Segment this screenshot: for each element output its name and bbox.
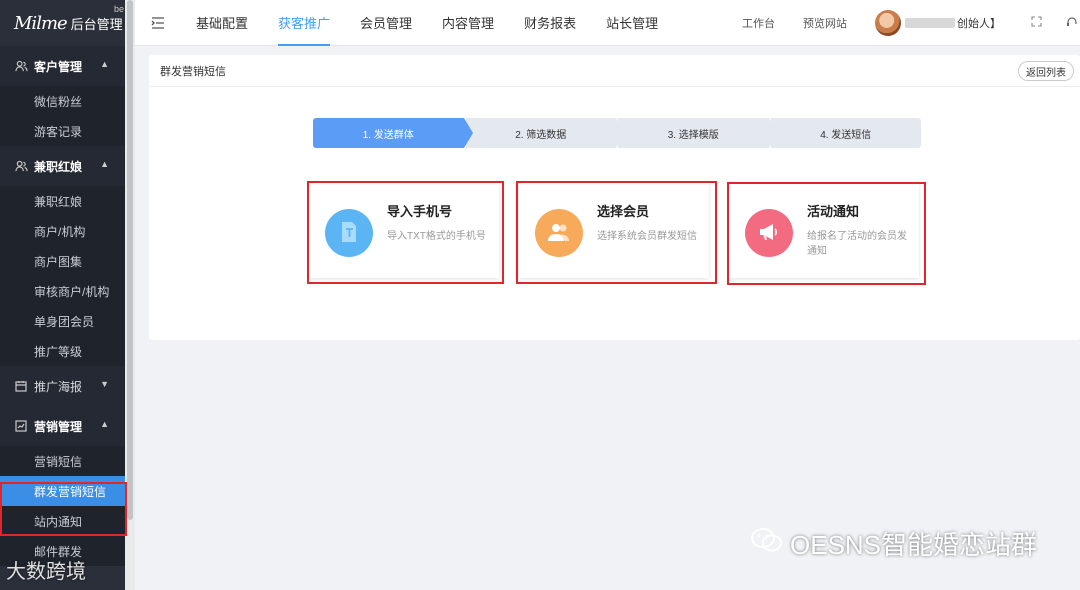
- user-role: 创始人】: [957, 18, 1001, 30]
- sidebar-group-marketing[interactable]: 营销管理 ▲: [0, 406, 125, 446]
- step-2: 2. 筛选数据: [463, 118, 625, 148]
- nav-admin[interactable]: 站长管理: [591, 0, 673, 46]
- watermark-text: OESNS智能婚恋站群: [790, 530, 1038, 560]
- logo-script: Milme: [14, 12, 68, 34]
- calendar-icon: [14, 379, 28, 393]
- watermark: OESNS智能婚恋站群: [750, 525, 1037, 562]
- logo[interactable]: Milme 后台管理 be: [0, 0, 125, 46]
- menu-toggle-icon[interactable]: [135, 16, 181, 29]
- headset-icon[interactable]: [1066, 16, 1078, 31]
- users-icon: [14, 159, 28, 173]
- preview-site-link[interactable]: 预览网站: [803, 15, 847, 31]
- sidebar-item-merchants[interactable]: 商户/机构: [0, 216, 125, 246]
- sidebar-group-label: 推广海报: [34, 379, 83, 394]
- sidebar-group-label: 客户管理: [34, 59, 83, 74]
- logo-title: 后台管理: [70, 16, 123, 32]
- step-1: 1. 发送群体: [313, 118, 473, 148]
- sidebar-item-wechat-fans[interactable]: 微信粉丝: [0, 86, 125, 116]
- caret-up-icon: ▲: [100, 59, 109, 69]
- logo-sup: be: [113, 4, 124, 14]
- sidebar-item-singles-members[interactable]: 单身团会员: [0, 306, 125, 336]
- user-menu[interactable]: 创始人】: [875, 10, 1001, 36]
- user-name-redacted: [905, 18, 955, 28]
- step-4: 4. 发送短信: [768, 118, 921, 148]
- highlight-box: [0, 482, 127, 536]
- nav-acquisition[interactable]: 获客推广: [263, 0, 345, 46]
- sidebar-group-posters[interactable]: 推广海报 ▼: [0, 366, 125, 406]
- highlight-box: [307, 181, 504, 284]
- sidebar-item-promo-levels[interactable]: 推广等级: [0, 336, 125, 366]
- avatar: [875, 10, 901, 36]
- sidebar-item-merchant-gallery[interactable]: 商户图集: [0, 246, 125, 276]
- sidebar-item-marketing-sms[interactable]: 营销短信: [0, 446, 125, 476]
- scrollbar-thumb[interactable]: [127, 0, 133, 520]
- sidebar-item-review-merchants[interactable]: 审核商户/机构: [0, 276, 125, 306]
- workbench-link[interactable]: 工作台: [742, 15, 775, 31]
- fullscreen-icon[interactable]: [1031, 16, 1042, 30]
- highlight-box: [727, 182, 926, 285]
- nav-finance[interactable]: 财务报表: [509, 0, 591, 46]
- wechat-icon: [750, 526, 784, 561]
- panel-title: 群发营销短信: [149, 55, 1080, 87]
- nav-content[interactable]: 内容管理: [427, 0, 509, 46]
- caret-up-icon: ▲: [100, 419, 109, 429]
- step-bar: 1. 发送群体 2. 筛选数据 3. 选择模版 4. 发送短信: [313, 118, 921, 148]
- top-nav: 基础配置 获客推广 会员管理 内容管理 财务报表 站长管理 工作台 预览网站 创…: [135, 0, 1080, 46]
- sidebar-group-customers[interactable]: 客户管理 ▲: [0, 46, 125, 86]
- sidebar-group-label: 营销管理: [34, 419, 83, 434]
- corner-watermark: 大数跨境: [6, 561, 86, 583]
- sidebar-group-matchmakers[interactable]: 兼职红娘 ▲: [0, 146, 125, 186]
- chart-icon: [14, 419, 28, 433]
- step-label: 1. 发送群体: [362, 129, 414, 141]
- highlight-box: [516, 181, 717, 284]
- users-icon: [14, 59, 28, 73]
- sidebar-group-label: 兼职红娘: [34, 159, 83, 174]
- top-right-area: 工作台 预览网站 创始人】: [742, 0, 1080, 46]
- nav-basic-config[interactable]: 基础配置: [181, 0, 263, 46]
- step-3: 3. 选择模版: [616, 118, 778, 148]
- back-to-list-button[interactable]: 返回列表: [1018, 61, 1074, 81]
- nav-members[interactable]: 会员管理: [345, 0, 427, 46]
- caret-down-icon: ▼: [100, 379, 109, 389]
- step-label: 3. 选择模版: [667, 129, 719, 141]
- caret-up-icon: ▲: [100, 159, 109, 169]
- step-label: 4. 发送短信: [820, 129, 872, 141]
- sidebar-item-visitor-log[interactable]: 游客记录: [0, 116, 125, 146]
- step-label: 2. 筛选数据: [515, 129, 567, 141]
- sidebar-item-matchmaker[interactable]: 兼职红娘: [0, 186, 125, 216]
